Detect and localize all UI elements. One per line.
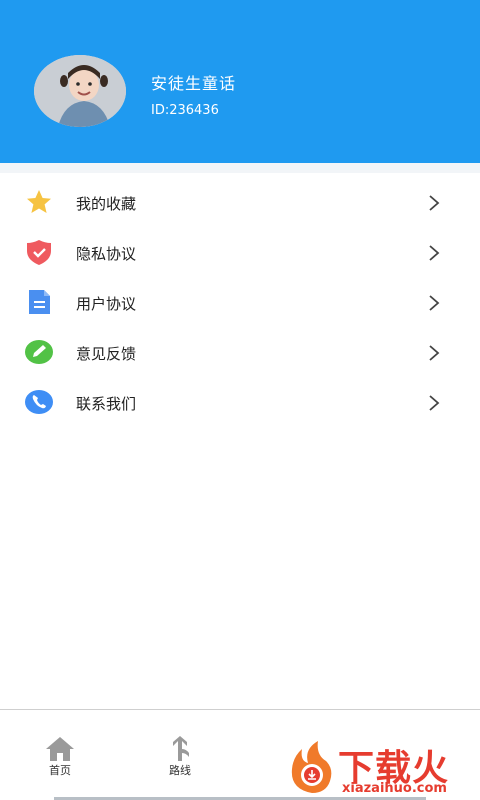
menu-item-label: 用户协议: [76, 295, 137, 313]
chevron-right-icon: [429, 195, 440, 211]
menu-item-contact[interactable]: 联系我们: [0, 378, 480, 428]
avatar-photo: [34, 55, 126, 127]
chevron-right-icon: [429, 295, 440, 311]
flame-logo-icon: [291, 741, 332, 793]
menu-item-label: 我的收藏: [76, 195, 137, 213]
menu-item-label: 意见反馈: [76, 345, 137, 363]
nav-label: 路线: [169, 764, 191, 777]
nav-item-route[interactable]: 路线: [120, 710, 240, 800]
menu-list: 我的收藏 隐私协议 用户协议 意见反馈 联系我们: [0, 178, 480, 428]
user-id: ID:236436: [151, 103, 219, 118]
chevron-right-icon: [429, 245, 440, 261]
avatar[interactable]: [34, 55, 126, 127]
home-icon: [46, 737, 74, 761]
user-name: 安徒生童话: [151, 74, 237, 93]
watermark: 下载火 xiazaihuo.com: [278, 735, 480, 800]
pencil-icon: [25, 340, 53, 364]
star-icon: [27, 190, 51, 213]
menu-item-user-agreement[interactable]: 用户协议: [0, 278, 480, 328]
route-icon: [173, 736, 189, 761]
header-divider: [0, 163, 480, 173]
profile-header: 安徒生童话 ID:236436: [0, 0, 480, 163]
nav-item-home[interactable]: 首页: [0, 710, 120, 800]
shield-check-icon: [27, 240, 51, 265]
phone-icon: [25, 390, 53, 414]
chevron-right-icon: [429, 395, 440, 411]
watermark-url: xiazaihuo.com: [342, 781, 447, 796]
nav-label: 首页: [49, 764, 71, 777]
menu-item-label: 联系我们: [76, 395, 137, 413]
document-icon: [29, 290, 50, 314]
chevron-right-icon: [429, 345, 440, 361]
menu-item-favorites[interactable]: 我的收藏: [0, 178, 480, 228]
menu-item-label: 隐私协议: [76, 245, 137, 263]
menu-item-feedback[interactable]: 意见反馈: [0, 328, 480, 378]
menu-item-privacy[interactable]: 隐私协议: [0, 228, 480, 278]
